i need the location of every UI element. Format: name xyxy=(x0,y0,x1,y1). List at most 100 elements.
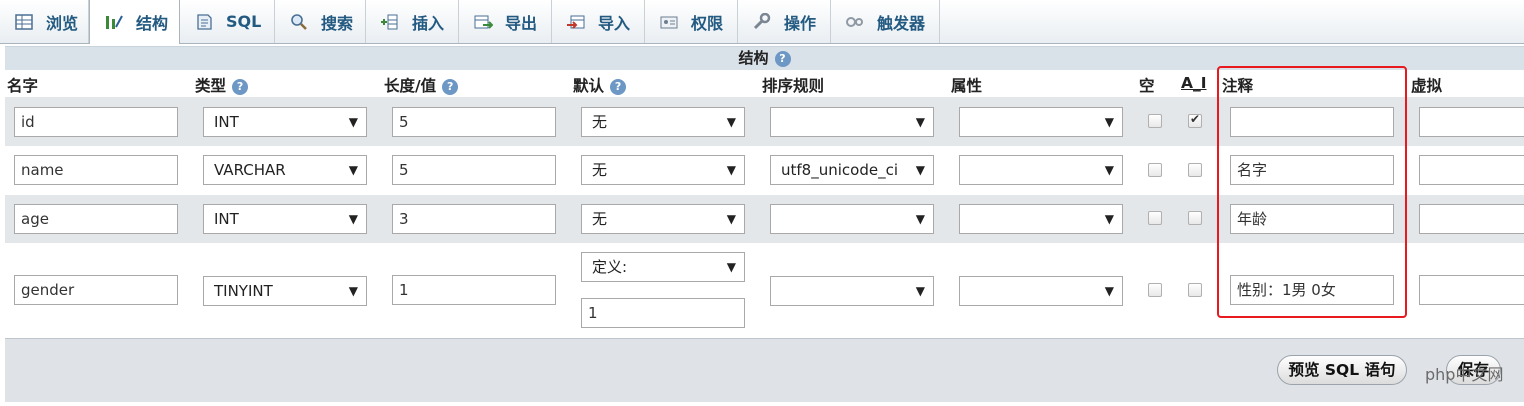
dropdown-arrow-icon: ▼ xyxy=(348,212,358,226)
table-row: age INT ▼ 3 无 ▼ ▼ ▼ 年龄 xyxy=(5,195,1524,243)
dropdown-arrow-icon: ▼ xyxy=(726,115,736,129)
tab-privileges[interactable]: 权限 xyxy=(645,0,738,43)
export-icon xyxy=(473,13,493,31)
form-footer: 预览 SQL 语句 保存 php中文网 xyxy=(5,338,1524,402)
dropdown-arrow-icon: ▼ xyxy=(1104,115,1114,129)
dropdown-arrow-icon: ▼ xyxy=(1104,212,1114,226)
triggers-icon xyxy=(845,13,865,31)
help-icon[interactable]: ? xyxy=(610,78,627,95)
header-name: 名字 xyxy=(7,77,39,95)
dropdown-arrow-icon: ▼ xyxy=(1104,284,1114,298)
help-icon[interactable]: ? xyxy=(774,50,791,67)
field-virtual-select[interactable] xyxy=(1419,155,1524,185)
field-ai-checkbox[interactable] xyxy=(1188,211,1202,225)
field-attributes-select[interactable]: ▼ xyxy=(959,107,1123,137)
import-icon xyxy=(566,13,586,31)
field-attributes-select[interactable]: ▼ xyxy=(959,204,1123,234)
field-attributes-select[interactable]: ▼ xyxy=(959,276,1123,306)
sql-icon xyxy=(194,13,214,31)
field-default-select[interactable]: 无 ▼ xyxy=(581,107,745,137)
field-type-select[interactable]: INT ▼ xyxy=(203,204,367,234)
field-default-select[interactable]: 无 ▼ xyxy=(581,204,745,234)
field-null-checkbox[interactable] xyxy=(1148,163,1162,177)
field-default-value-input[interactable]: 1 xyxy=(581,298,745,328)
tab-sql[interactable]: SQL xyxy=(180,0,275,43)
field-collation-select[interactable]: ▼ xyxy=(770,107,934,137)
wrench-icon xyxy=(752,12,772,31)
insert-icon xyxy=(380,13,400,31)
field-name-input[interactable]: id xyxy=(14,107,178,137)
field-collation-select[interactable]: utf8_unicode_ci ▼ xyxy=(770,155,934,185)
header-type: 类型? xyxy=(195,74,249,96)
tab-search[interactable]: 搜索 xyxy=(275,0,366,43)
field-virtual-select[interactable] xyxy=(1419,204,1524,234)
field-virtual-select[interactable] xyxy=(1419,275,1524,305)
table-row: id INT ▼ 5 无 ▼ ▼ ▼ xyxy=(5,97,1524,146)
header-auto-increment: A_I xyxy=(1181,74,1207,92)
tab-triggers[interactable]: 触发器 xyxy=(831,0,940,43)
header-collation: 排序规则 xyxy=(762,77,825,95)
field-comment-input[interactable]: 名字 xyxy=(1230,155,1394,185)
dropdown-arrow-icon: ▼ xyxy=(348,284,358,298)
help-icon[interactable]: ? xyxy=(232,78,249,95)
field-ai-checkbox[interactable] xyxy=(1188,112,1202,128)
dropdown-arrow-icon: ▼ xyxy=(726,163,736,177)
field-length-input[interactable]: 5 xyxy=(392,155,556,185)
field-default-select[interactable]: 无 ▼ xyxy=(581,155,745,185)
tab-export[interactable]: 导出 xyxy=(459,0,552,43)
browse-table-icon xyxy=(14,13,34,31)
header-virtual: 虚拟 xyxy=(1411,77,1443,95)
help-icon[interactable]: ? xyxy=(442,78,459,95)
field-name-input[interactable]: name xyxy=(14,155,178,185)
column-header-row: 名字 类型? 长度/值? 默认? 排序规则 属性 空 A_I 注释 虚拟 xyxy=(5,70,1524,97)
field-name-input[interactable]: age xyxy=(14,204,178,234)
field-type-select[interactable]: INT ▼ xyxy=(203,107,367,137)
field-collation-select[interactable]: ▼ xyxy=(770,276,934,306)
dropdown-arrow-icon: ▼ xyxy=(726,260,736,274)
field-comment-input[interactable]: 性别：1男 0女 xyxy=(1230,275,1394,305)
header-length: 长度/值? xyxy=(384,74,459,96)
tab-insert[interactable]: 插入 xyxy=(366,0,459,43)
field-comment-input[interactable] xyxy=(1230,107,1394,137)
field-comment-input[interactable]: 年龄 xyxy=(1230,204,1394,234)
search-icon xyxy=(289,13,309,31)
field-name-input[interactable]: gender xyxy=(14,275,178,305)
dropdown-arrow-icon: ▼ xyxy=(348,163,358,177)
header-default: 默认? xyxy=(573,74,627,96)
dropdown-arrow-icon: ▼ xyxy=(348,115,358,129)
field-null-checkbox[interactable] xyxy=(1148,211,1162,225)
header-attributes: 属性 xyxy=(951,77,983,95)
watermark-text: php中文网 xyxy=(1425,365,1504,384)
field-null-checkbox[interactable] xyxy=(1148,283,1162,297)
field-default-select[interactable]: 定义: ▼ xyxy=(581,252,745,282)
field-length-input[interactable]: 1 xyxy=(392,275,556,305)
field-attributes-select[interactable]: ▼ xyxy=(959,155,1123,185)
tab-browse[interactable]: 浏览 xyxy=(0,0,89,43)
structure-caption: 结构? xyxy=(5,46,1524,70)
field-virtual-select[interactable] xyxy=(1419,107,1524,137)
structure-icon xyxy=(104,13,124,31)
tab-import[interactable]: 导入 xyxy=(552,0,645,43)
field-collation-select[interactable]: ▼ xyxy=(770,204,934,234)
field-type-select[interactable]: TINYINT ▼ xyxy=(203,276,367,306)
header-comment: 注释 xyxy=(1222,77,1254,95)
section-title: 结构 xyxy=(738,49,769,67)
table-row: gender TINYINT ▼ 1 定义: ▼ 1 ▼ ▼ 性别：1男 0女 xyxy=(5,243,1524,338)
field-length-input[interactable]: 5 xyxy=(392,107,556,137)
tab-operations[interactable]: 操作 xyxy=(738,0,831,43)
header-null: 空 xyxy=(1139,77,1155,95)
field-type-select[interactable]: VARCHAR ▼ xyxy=(203,155,367,185)
tab-bar: 浏览 结构 SQL 搜索 插入 导出 导入 权限 操作 触发器 xyxy=(0,0,1524,44)
field-length-input[interactable]: 3 xyxy=(392,204,556,234)
field-null-checkbox[interactable] xyxy=(1148,114,1162,128)
dropdown-arrow-icon: ▼ xyxy=(726,212,736,226)
tab-structure[interactable]: 结构 xyxy=(89,0,180,44)
dropdown-arrow-icon: ▼ xyxy=(915,115,925,129)
dropdown-arrow-icon: ▼ xyxy=(915,163,925,177)
table-row: name VARCHAR ▼ 5 无 ▼ utf8_unicode_ci ▼ ▼ 名字 xyxy=(5,146,1524,195)
dropdown-arrow-icon: ▼ xyxy=(915,284,925,298)
field-ai-checkbox[interactable] xyxy=(1188,283,1202,297)
preview-sql-button[interactable]: 预览 SQL 语句 xyxy=(1277,355,1407,385)
field-ai-checkbox[interactable] xyxy=(1188,163,1202,177)
dropdown-arrow-icon: ▼ xyxy=(1104,163,1114,177)
